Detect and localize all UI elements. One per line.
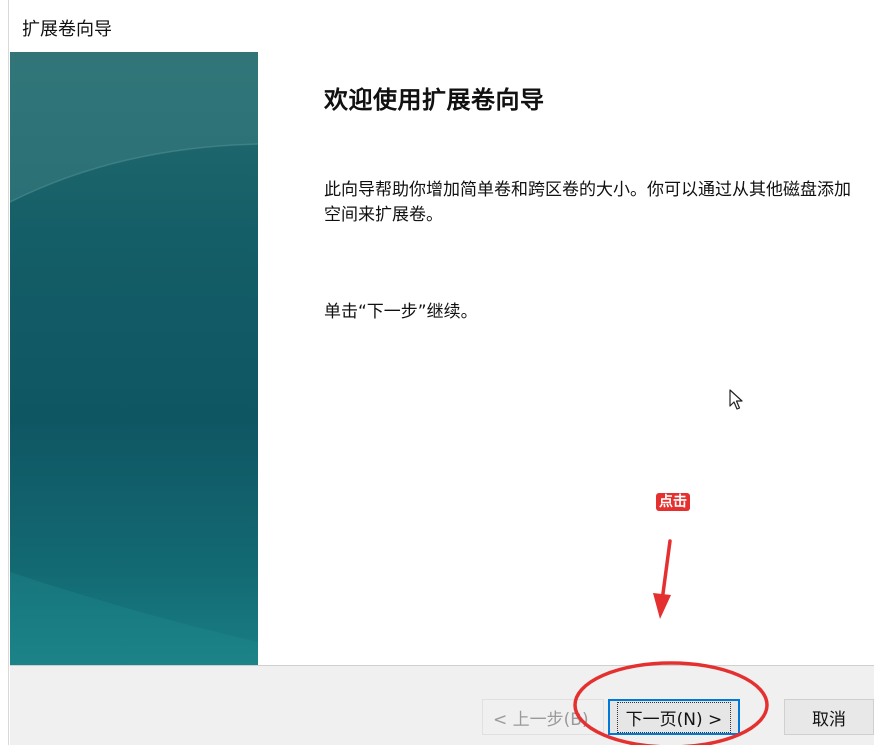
title-bar: 扩展卷向导 [10,0,874,52]
wizard-heading: 欢迎使用扩展卷向导 [324,86,545,114]
banner-decoration [10,52,258,665]
wizard-window: 扩展卷向导 欢迎使用扩展卷向导 此向导帮助你增加简单卷和跨区卷的大小。你可以通过… [0,0,874,745]
annotation-highlight-ellipse [573,661,769,745]
annotation-arrow-icon [653,539,672,619]
wizard-content: 欢迎使用扩展卷向导 此向导帮助你增加简单卷和跨区卷的大小。你可以通过从其他磁盘添… [258,52,874,665]
wizard-description: 此向导帮助你增加简单卷和跨区卷的大小。你可以通过从其他磁盘添加空间来扩展卷。 [324,180,851,225]
mouse-cursor-icon [729,389,743,410]
wizard-banner-image [10,52,258,665]
window-left-edge [0,0,9,745]
cancel-button[interactable]: 取消 [784,699,874,735]
wizard-hint: 单击“下一步”继续。 [324,302,478,322]
window-title: 扩展卷向导 [22,19,112,40]
annotation-click-label: 点击 [656,493,690,511]
